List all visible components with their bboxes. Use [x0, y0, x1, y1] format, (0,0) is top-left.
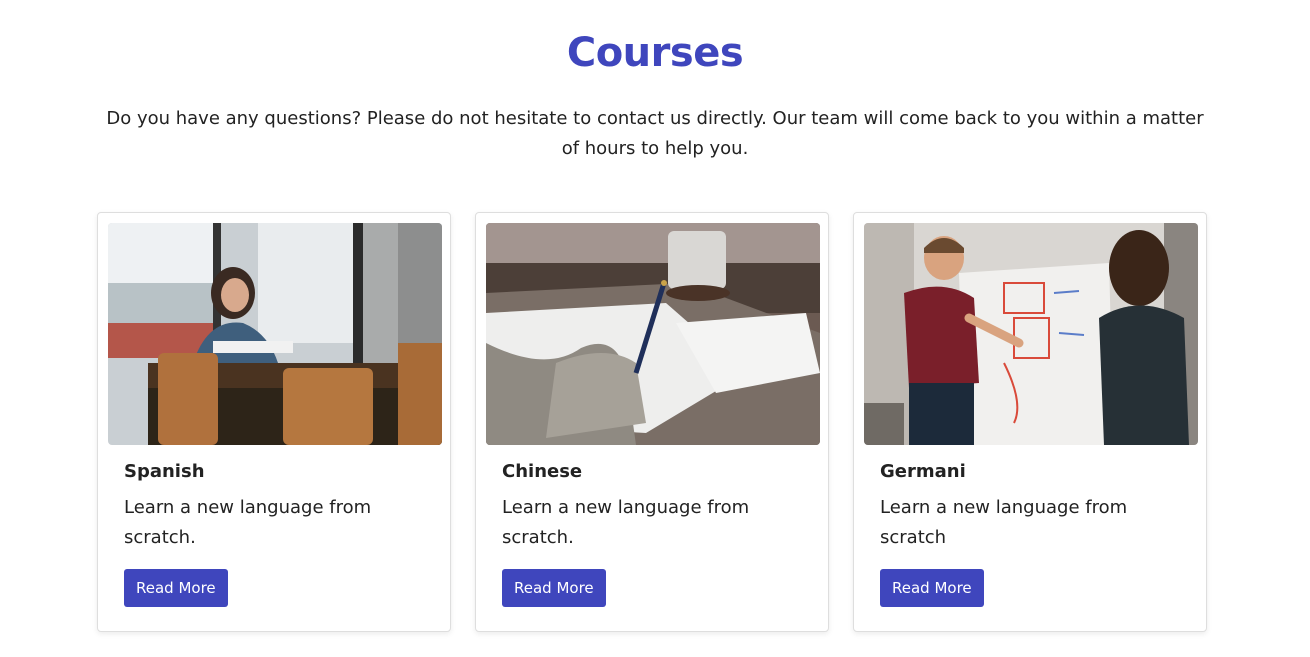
read-more-button[interactable]: Read More — [880, 569, 984, 607]
course-title: Spanish — [124, 461, 205, 482]
section-title: Courses — [566, 30, 744, 76]
course-card-spanish: Spanish Learn a new language from scratc… — [97, 212, 451, 632]
course-description: Learn a new language from scratch. — [502, 497, 750, 548]
course-title: Germani — [880, 461, 966, 482]
course-cards: Spanish Learn a new language from scratc… — [97, 212, 1207, 632]
course-card-germani: Germani Learn a new language from scratc… — [853, 212, 1207, 632]
read-more-button[interactable]: Read More — [124, 569, 228, 607]
course-description: Learn a new language from scratch. — [124, 497, 372, 548]
courses-section: Courses Do you have any questions? Pleas… — [0, 0, 1310, 657]
read-more-button[interactable]: Read More — [502, 569, 606, 607]
course-image-student-studying — [108, 223, 442, 445]
section-subtitle: Do you have any questions? Please do not… — [106, 108, 1204, 159]
course-title: Chinese — [502, 461, 583, 482]
course-description: Learn a new language from scratch — [880, 497, 1128, 548]
course-image-writing-notes — [486, 223, 820, 445]
course-card-chinese: Chinese Learn a new language from scratc… — [475, 212, 829, 632]
course-image-whiteboard-discussion — [864, 223, 1198, 445]
